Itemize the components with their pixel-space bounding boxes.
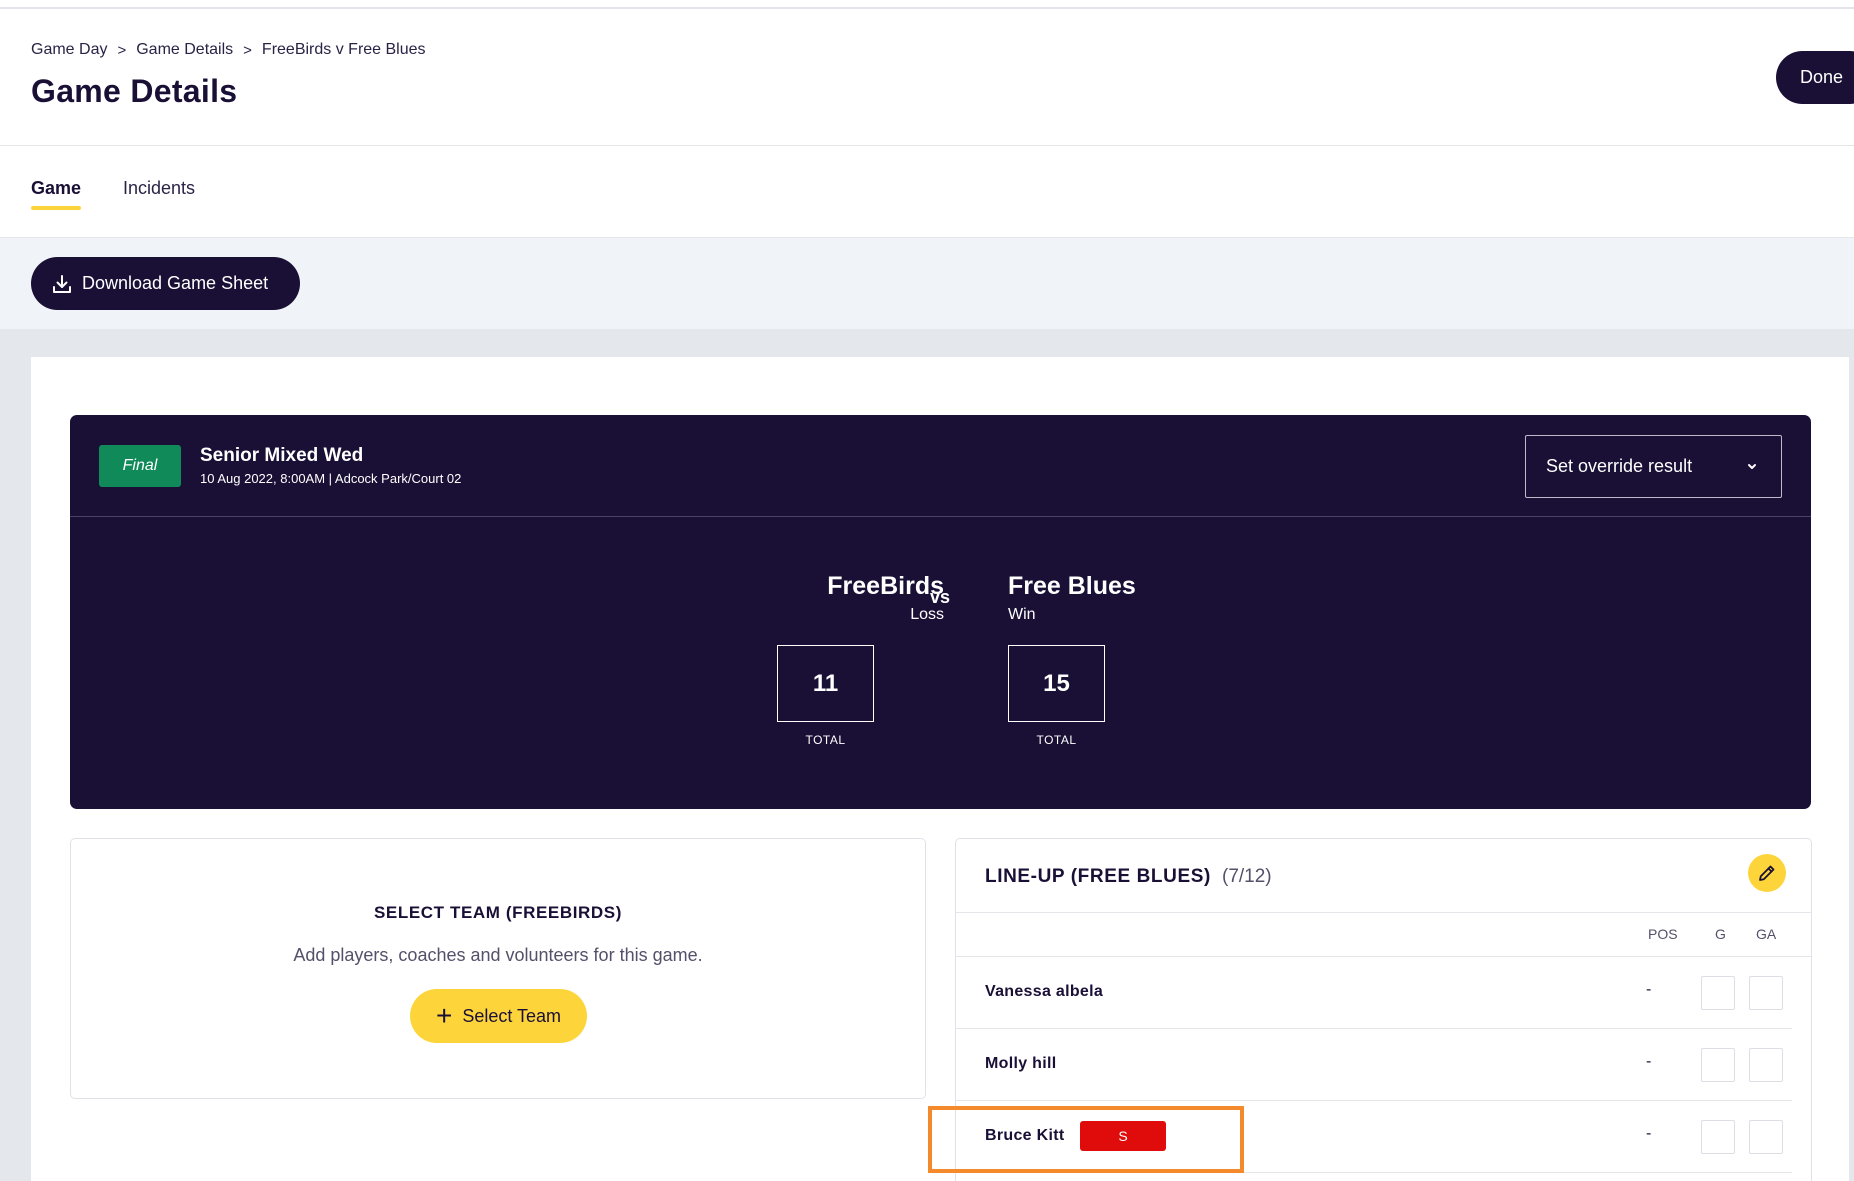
lineup-count: (7/12) xyxy=(1222,866,1272,887)
table-row: Vanessa albela - xyxy=(956,957,1792,1029)
page-title: Game Details xyxy=(31,73,238,109)
download-game-sheet-label: Download Game Sheet xyxy=(82,273,269,293)
goals-input[interactable] xyxy=(1701,976,1735,1010)
breadcrumb-game-details[interactable]: Game Details xyxy=(136,41,233,59)
player-position: - xyxy=(1646,1053,1652,1070)
game-summary-panel: Final Senior Mixed Wed 10 Aug 2022, 8:00… xyxy=(70,415,1811,809)
breadcrumb-current: FreeBirds v Free Blues xyxy=(261,41,426,58)
player-position: - xyxy=(1646,1125,1652,1142)
lineup-title: LINE-UP (FREE BLUES) xyxy=(985,866,1211,887)
goal-attempts-input[interactable] xyxy=(1749,976,1783,1010)
action-bar: Download Game Sheet xyxy=(0,238,1854,329)
breadcrumb: Game Day > Game Details > FreeBirds v Fr… xyxy=(31,41,426,59)
away-team-result: Win xyxy=(1008,606,1036,623)
column-header-ga: GA xyxy=(1756,926,1777,942)
edit-lineup-button[interactable] xyxy=(1748,854,1786,892)
breadcrumb-separator-icon: > xyxy=(117,41,127,59)
player-name: Molly hill xyxy=(985,1055,1057,1072)
panel-divider xyxy=(70,516,1811,517)
tab-bar: Game Incidents xyxy=(0,146,1854,238)
home-total-label: TOTAL xyxy=(805,733,846,747)
home-score: 11 xyxy=(777,645,874,722)
done-button[interactable]: Done xyxy=(1776,51,1854,104)
lineup-header: LINE-UP (FREE BLUES) (7/12) xyxy=(956,839,1811,913)
select-team-button[interactable]: + Select Team xyxy=(410,989,587,1043)
breadcrumb-separator-icon: > xyxy=(243,41,252,59)
home-team-name: FreeBirds xyxy=(827,572,944,600)
column-header-g: G xyxy=(1715,926,1726,942)
download-icon xyxy=(53,274,71,293)
select-team-card: SELECT TEAM (FREEBIRDS) Add players, coa… xyxy=(70,838,926,1099)
select-team-subtitle: Add players, coaches and volunteers for … xyxy=(293,945,703,965)
goals-input[interactable] xyxy=(1701,1048,1735,1082)
goal-attempts-input[interactable] xyxy=(1749,1120,1783,1154)
download-game-sheet-button[interactable]: Download Game Sheet xyxy=(31,257,300,310)
select-team-label: Select Team xyxy=(462,1005,562,1026)
tab-incidents[interactable]: Incidents xyxy=(123,178,195,199)
pencil-icon xyxy=(1759,865,1775,881)
player-position: - xyxy=(1646,981,1652,998)
away-total-label: TOTAL xyxy=(1036,733,1077,747)
away-team-name: Free Blues xyxy=(1008,572,1136,600)
highlight-box xyxy=(928,1106,1244,1173)
away-score: 15 xyxy=(1008,645,1105,722)
column-header-pos: POS xyxy=(1648,926,1678,942)
breadcrumb-game-day[interactable]: Game Day xyxy=(31,41,107,59)
versus-label: vs xyxy=(930,587,951,607)
status-badge: Final xyxy=(99,445,181,487)
chevron-down-icon xyxy=(1748,464,1756,469)
select-team-title: SELECT TEAM (FREEBIRDS) xyxy=(373,903,623,922)
page-header: Game Day > Game Details > FreeBirds v Fr… xyxy=(0,9,1854,146)
game-meta: 10 Aug 2022, 8:00AM | Adcock Park/Court … xyxy=(200,471,462,486)
table-row: Molly hill - xyxy=(956,1029,1792,1101)
goal-attempts-input[interactable] xyxy=(1749,1048,1783,1082)
competition-name: Senior Mixed Wed xyxy=(200,445,364,466)
player-name: Vanessa albela xyxy=(985,983,1104,1000)
home-team-result: Loss xyxy=(910,606,944,623)
override-result-select[interactable]: Set override result xyxy=(1525,435,1782,498)
override-result-label: Set override result xyxy=(1546,456,1693,476)
goals-input[interactable] xyxy=(1701,1120,1735,1154)
plus-icon: + xyxy=(435,1000,453,1031)
tab-game[interactable]: Game xyxy=(31,178,82,210)
